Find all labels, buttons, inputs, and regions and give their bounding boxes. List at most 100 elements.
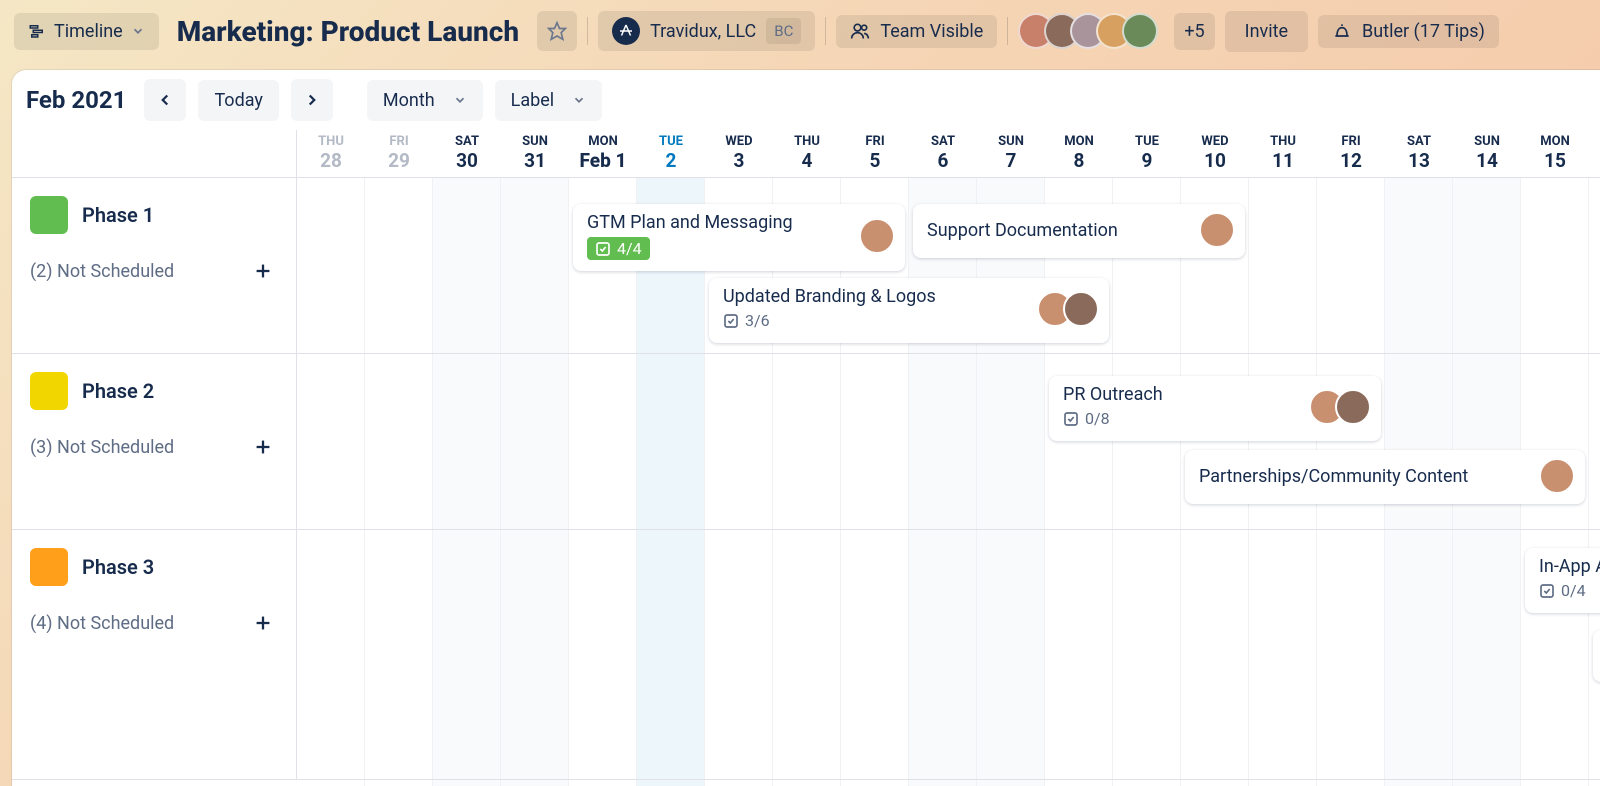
workspace-button[interactable]: Travidux, LLC BC [598,11,815,51]
more-members-count[interactable]: +5 [1174,13,1214,50]
visibility-button[interactable]: Team Visible [836,15,997,48]
view-switcher-label: Timeline [54,21,123,42]
date-dow: SUN [1453,134,1521,149]
chevron-down-icon [131,24,145,38]
date-dow: SAT [1385,134,1453,149]
date-dom: 15 [1521,149,1589,172]
lane: Phase 1(2) Not Scheduled GTM Plan and Mes… [12,178,1600,354]
prev-button[interactable] [144,79,186,121]
next-button[interactable] [291,79,333,121]
timeline-card[interactable]: GTM Plan and Messaging4/4 [573,204,905,271]
date-dom: 7 [977,149,1045,172]
scale-label: Month [383,90,435,111]
lane-color-swatch [30,372,68,410]
card-title: PR Outreach [1063,384,1299,405]
timeline-card[interactable]: Updated Branding & Logos 3/6 [709,278,1109,343]
timeline-card[interactable]: Partnerships/Community Content [1185,450,1585,504]
workspace-plan-badge: BC [766,18,801,44]
date-dom: 2 [637,149,705,172]
date-dow: SAT [909,134,977,149]
date-dow: SAT [433,134,501,149]
not-scheduled-label[interactable]: (3) Not Scheduled [30,437,174,458]
lane-color-swatch [30,196,68,234]
date-dom: 31 [501,149,569,172]
workspace-logo-icon [612,17,640,45]
card-title: Partnerships/Community Content [1199,466,1529,487]
chevron-down-icon [453,93,467,107]
chevron-right-icon [303,91,321,109]
date-header: THU28FRI29SAT30SUN31MONFeb 1TUE2WED3THU4… [12,130,1600,178]
avatar[interactable] [1539,458,1575,494]
today-button[interactable]: Today [198,80,278,121]
view-switcher[interactable]: Timeline [14,13,159,50]
date-dom: 16 [1589,149,1600,172]
bell-icon [1332,21,1352,41]
lane-gutter: Phase 1(2) Not Scheduled [12,178,297,353]
date-dom: Feb 1 [569,149,637,172]
lane-gutter: Phase 2(3) Not Scheduled [12,354,297,529]
date-dom: 29 [365,149,433,172]
date-dom: 13 [1385,149,1453,172]
not-scheduled-label[interactable]: (4) Not Scheduled [30,613,174,634]
timeline-toolbar: Feb 2021 Today Month Label [12,70,1600,130]
divider [825,17,826,45]
add-card-button[interactable] [248,432,278,462]
board-header: Timeline Marketing: Product Launch Travi… [0,0,1600,62]
lane: Phase 3 (4) Not Scheduled In-App Announcem… [12,530,1600,780]
date-column: THU11 [1249,130,1317,177]
date-dow: TUE [1113,134,1181,149]
invite-button[interactable]: Invite [1225,11,1308,52]
lane-title: Phase 3 [82,555,154,579]
date-column: FRI29 [365,130,433,177]
date-column: TUE9 [1113,130,1181,177]
card-title: Support Documentation [927,220,1189,241]
add-card-button[interactable] [248,608,278,638]
star-icon [547,21,567,41]
date-dow: THU [1249,134,1317,149]
timeline-card[interactable]: Support Documentation [913,204,1245,258]
board-title[interactable]: Marketing: Product Launch [169,15,527,48]
timeline-body: Phase 1(2) Not Scheduled GTM Plan and Mes… [12,178,1600,786]
star-button[interactable] [537,11,577,51]
date-column: SUN14 [1453,130,1521,177]
avatar[interactable] [1122,13,1158,49]
date-dow: MON [569,134,637,149]
lane: Phase 2(3) Not Scheduled PR Outreach 0/8 Pa… [12,354,1600,530]
divider [1007,17,1008,45]
timeline-card[interactable]: In-App Announcement0/4 [1525,548,1600,613]
date-dom: 3 [705,149,773,172]
group-select[interactable]: Label [495,80,603,121]
card-title: Updated Branding & Logos [723,286,1027,307]
date-dow: TUE [637,134,705,149]
date-dom: 28 [297,149,365,172]
chevron-down-icon [572,93,586,107]
date-dom: 9 [1113,149,1181,172]
timeline-canvas: Feb 2021 Today Month Label [12,70,1600,786]
date-dow: WED [705,134,773,149]
not-scheduled-label[interactable]: (2) Not Scheduled [30,261,174,282]
invite-label: Invite [1245,21,1288,42]
card-avatars [859,218,895,254]
butler-button[interactable]: Butler (17 Tips) [1318,15,1499,48]
date-dow: FRI [365,134,433,149]
date-column: MON15 [1521,130,1589,177]
avatar[interactable] [1199,212,1235,248]
date-dow: THU [773,134,841,149]
date-column: TUE2 [637,130,705,177]
date-dom: 4 [773,149,841,172]
add-card-button[interactable] [248,256,278,286]
timeline-card[interactable]: Upload Tutorial Videos [1593,630,1600,682]
member-avatars[interactable] [1018,13,1158,49]
date-column: TUE16 [1589,130,1600,177]
date-dom: 30 [433,149,501,172]
scale-select[interactable]: Month [367,80,483,121]
avatar[interactable] [859,218,895,254]
checklist-badge: 0/8 [1063,409,1110,428]
date-column: FRI12 [1317,130,1385,177]
date-dow: MON [1045,134,1113,149]
avatar[interactable] [1335,389,1371,425]
checklist-badge: 3/6 [723,311,770,330]
avatar[interactable] [1063,291,1099,327]
timeline-card[interactable]: PR Outreach 0/8 [1049,376,1381,441]
date-column: SAT13 [1385,130,1453,177]
